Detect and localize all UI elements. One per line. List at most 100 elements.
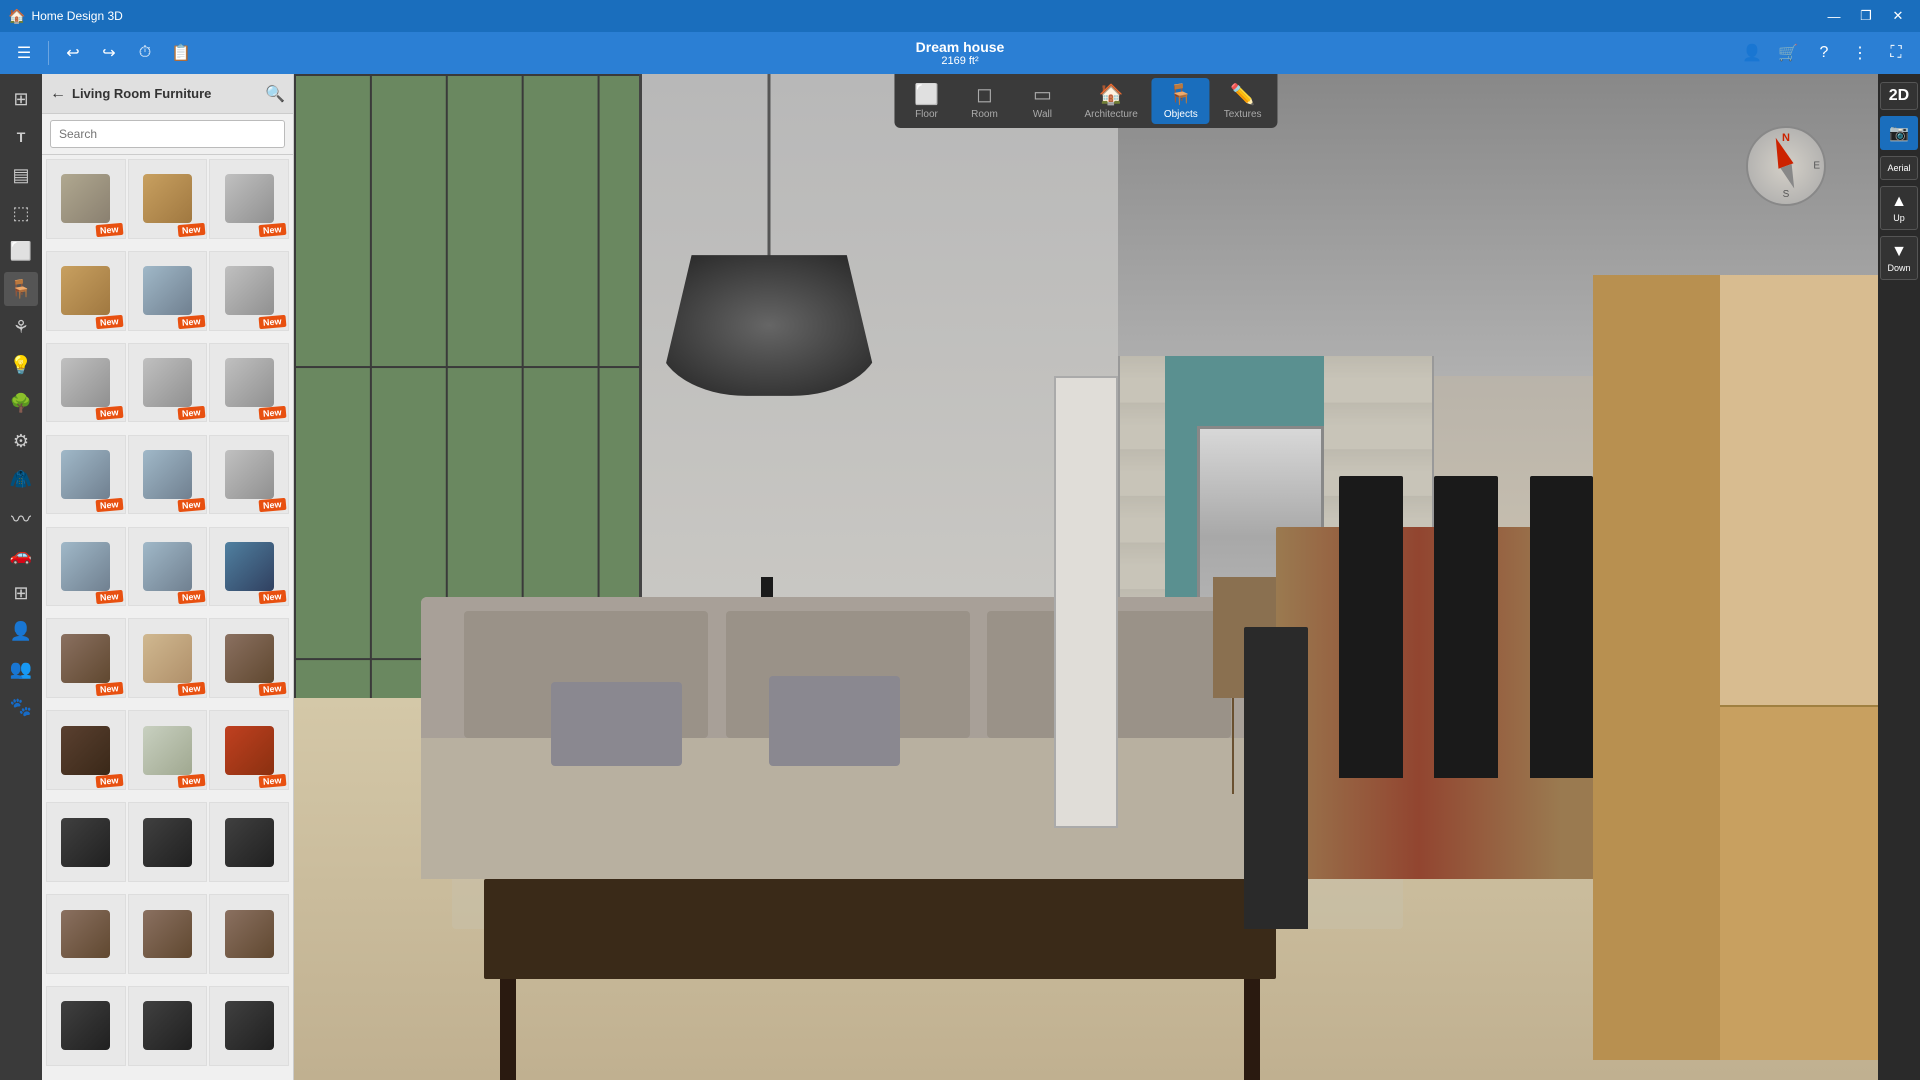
menu-button[interactable]: ☰ [8,37,40,69]
furniture-item-16[interactable]: New [46,618,126,698]
furniture-item-3[interactable]: New [209,159,289,239]
view-tabs: ⬜ Floor ◻ Room ▭ Wall 🏠 Architecture 🪑 O… [894,74,1277,128]
down-icon: ▼ [1891,243,1907,261]
furniture-item-15[interactable]: New [209,527,289,607]
sidebar-item-car[interactable]: 🚗 [4,538,38,572]
project-size: 2169 ft² [916,55,1005,67]
furniture-item-11[interactable]: New [128,435,208,515]
toolbar: ☰ ↩ ↪ ⏱ 📋 Dream house 2169 ft² 👤 🛒 ? ⋮ ⛶ [0,32,1920,74]
right-panel: 2D 📷 Aerial ▲ Up ▼ Down [1878,74,1920,1080]
app-icon: 🏠 [8,8,25,25]
furniture-item-10[interactable]: New [46,435,126,515]
cart-button[interactable]: 🛒 [1772,37,1804,69]
furniture-item-9[interactable]: New [209,343,289,423]
furniture-item-23[interactable] [128,802,208,882]
maximize-button[interactable]: ❐ [1852,6,1880,26]
down-button[interactable]: ▼ Down [1880,236,1918,280]
sidebar-item-hanger[interactable]: 🧥 [4,462,38,496]
furniture-item-4[interactable]: New [46,251,126,331]
furniture-item-13[interactable]: New [46,527,126,607]
sidebar-item-person[interactable]: 👤 [4,614,38,648]
more-button[interactable]: ⋮ [1844,37,1876,69]
furniture-item-6[interactable]: New [209,251,289,331]
up-button[interactable]: ▲ Up [1880,186,1918,230]
furniture-item-12[interactable]: New [209,435,289,515]
floor-tab-icon: ⬜ [914,82,939,107]
up-icon: ▲ [1891,193,1907,211]
sidebar-item-pool[interactable]: 〰 [4,500,38,534]
panel-search-icon[interactable]: 🔍 [265,84,285,104]
furniture-item-1[interactable]: New [46,159,126,239]
sidebar-item-group[interactable]: ⊞ [4,576,38,610]
redo-button[interactable]: ↪ [93,37,125,69]
viewport[interactable]: ⬜ Floor ◻ Room ▭ Wall 🏠 Architecture 🪑 O… [294,74,1878,1080]
textures-tab-label: Textures [1224,109,1262,120]
sidebar-item-build[interactable]: T [4,120,38,154]
tab-floor[interactable]: ⬜ Floor [898,78,954,124]
new-badge-12: New [259,498,286,512]
copy-button[interactable]: 📋 [165,37,197,69]
sidebar-item-doors[interactable]: ⬜ [4,234,38,268]
expand-button[interactable]: ⛶ [1880,37,1912,69]
coffee-table [484,879,1276,980]
history-button[interactable]: ⏱ [129,37,161,69]
furniture-item-30[interactable] [209,986,289,1066]
undo-button[interactable]: ↩ [57,37,89,69]
furniture-item-26[interactable] [128,894,208,974]
sidebar-item-windows[interactable]: ⬚ [4,196,38,230]
furniture-item-28[interactable] [46,986,126,1066]
furniture-item-25[interactable] [46,894,126,974]
side-table-leg1 [1232,698,1234,795]
furniture-item-29[interactable] [128,986,208,1066]
sidebar-item-decor[interactable]: ⚘ [4,310,38,344]
sidebar-item-technical[interactable]: ⚙ [4,424,38,458]
new-badge-8: New [177,406,204,420]
users-button[interactable]: 👤 [1736,37,1768,69]
furniture-item-20[interactable]: New [128,710,208,790]
help-button[interactable]: ? [1808,37,1840,69]
sidebar-item-animals[interactable]: 🐾 [4,690,38,724]
new-badge-10: New [96,498,123,512]
sidebar-item-group2[interactable]: 👥 [4,652,38,686]
furniture-item-7[interactable]: New [46,343,126,423]
new-badge-3: New [259,223,286,237]
furniture-item-27[interactable] [209,894,289,974]
sidebar-item-outdoor[interactable]: 🌳 [4,386,38,420]
furniture-item-18[interactable]: New [209,618,289,698]
close-button[interactable]: ✕ [1884,6,1912,26]
tab-objects[interactable]: 🪑 Objects [1152,78,1210,124]
new-badge-16: New [96,682,123,696]
furniture-item-2[interactable]: New [128,159,208,239]
sidebar-item-rooms[interactable]: ⊞ [4,82,38,116]
furniture-item-17[interactable]: New [128,618,208,698]
furniture-item-22[interactable] [46,802,126,882]
tab-wall[interactable]: ▭ Wall [1014,78,1070,124]
back-button[interactable]: ← [50,85,66,103]
sofa-main [421,597,1292,879]
furniture-item-24[interactable] [209,802,289,882]
lamp-shade [658,255,880,396]
furniture-item-14[interactable]: New [128,527,208,607]
toolbar-separator [48,41,49,65]
aerial-camera-button[interactable]: 📷 [1880,116,1918,150]
app-name: Home Design 3D [31,9,122,23]
minimize-button[interactable]: — [1820,6,1848,26]
furniture-item-19[interactable]: New [46,710,126,790]
furniture-item-5[interactable]: New [128,251,208,331]
sidebar-item-furniture[interactable]: 🪑 [4,272,38,306]
tab-architecture[interactable]: 🏠 Architecture [1072,78,1149,124]
furniture-item-21[interactable]: New [209,710,289,790]
dining-chair-3 [1530,476,1593,778]
sidebar-item-stairs[interactable]: ▤ [4,158,38,192]
tab-textures[interactable]: ✏️ Textures [1212,78,1274,124]
furniture-item-8[interactable]: New [128,343,208,423]
new-badge-19: New [96,774,123,788]
new-badge-20: New [177,774,204,788]
tab-room[interactable]: ◻ Room [956,78,1012,124]
compass-east: E [1813,161,1820,172]
search-input[interactable] [50,120,285,148]
button-2d[interactable]: 2D [1880,82,1918,110]
window-controls: — ❐ ✕ [1820,6,1912,26]
top-right-toolbar: 👤 🛒 ? ⋮ ⛶ [1736,37,1912,69]
sidebar-item-lighting[interactable]: 💡 [4,348,38,382]
